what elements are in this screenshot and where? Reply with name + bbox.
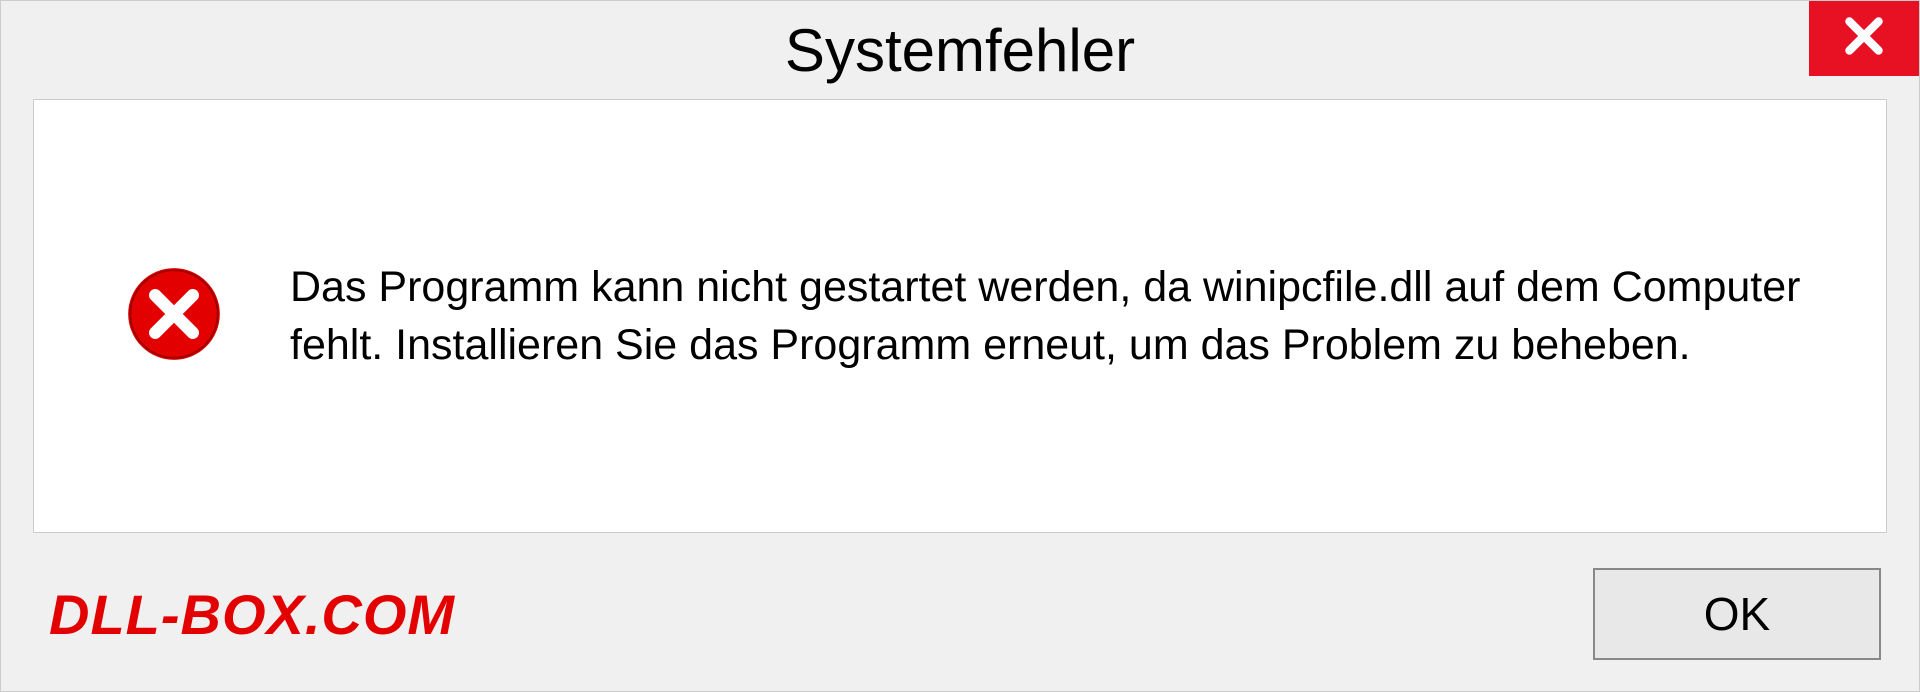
ok-button[interactable]: OK [1593,568,1881,660]
dialog-footer: DLL-BOX.COM OK [1,561,1919,691]
error-dialog: Systemfehler Das Programm kann nicht ges… [0,0,1920,692]
watermark-text: DLL-BOX.COM [49,582,455,647]
close-button[interactable] [1809,1,1919,76]
error-icon [124,264,224,369]
close-icon [1839,11,1889,66]
content-area: Das Programm kann nicht gestartet werden… [33,99,1887,533]
dialog-title: Systemfehler [785,16,1135,85]
titlebar: Systemfehler [1,1,1919,99]
error-message: Das Programm kann nicht gestartet werden… [290,258,1826,374]
